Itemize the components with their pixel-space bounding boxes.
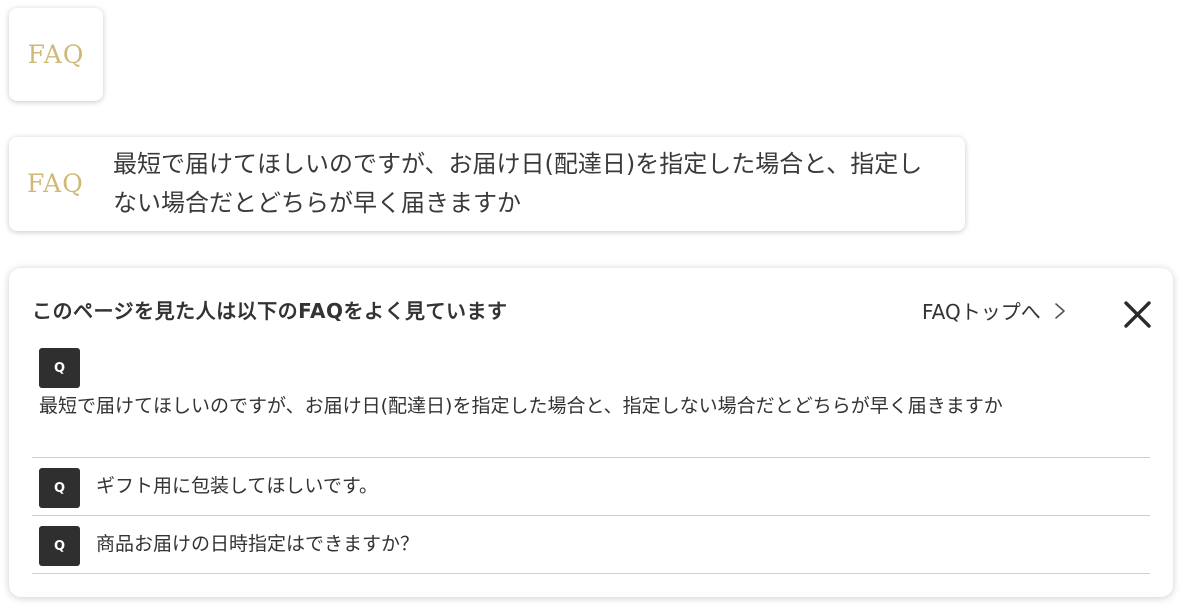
faq-list-item[interactable]: Q ギフト用に包装してほしいです。	[32, 458, 1150, 516]
faq-item-text: 最短で届けてほしいのですが、お届け日(配達日)を指定した場合と、指定しない場合だ…	[39, 395, 1003, 417]
q-badge: Q	[39, 526, 80, 566]
faq-top-link-label: FAQトップへ	[922, 300, 1041, 324]
panel-title: このページを見た人は以下のFAQをよく見ています	[32, 299, 508, 323]
question-text: 最短で届けてほしいのですが、お届け日(配達日)を指定した場合と、指定しない場合だ…	[113, 150, 923, 217]
related-faq-panel: このページを見た人は以下のFAQをよく見ています FAQトップへ Q 最短で届け…	[9, 268, 1173, 597]
faq-list-item[interactable]: Q 商品お届けの日時指定はできますか？	[32, 516, 1150, 574]
close-icon[interactable]	[1122, 299, 1154, 331]
faq-top-link[interactable]: FAQトップへ	[922, 296, 1067, 325]
faq-list: Q 最短で届けてほしいのですが、お届け日(配達日)を指定した場合と、指定しない場…	[32, 346, 1150, 574]
faq-logo: FAQ	[27, 169, 84, 198]
chevron-right-icon	[1053, 301, 1067, 321]
q-badge: Q	[39, 348, 80, 388]
faq-launcher-button[interactable]: FAQ	[9, 8, 103, 101]
faq-logo: FAQ	[27, 40, 85, 69]
faq-item-text: ギフト用に包装してほしいです。	[96, 475, 378, 497]
faq-item-text: 商品お届けの日時指定はできますか？	[96, 533, 420, 555]
faq-list-item[interactable]: Q 最短で届けてほしいのですが、お届け日(配達日)を指定した場合と、指定しない場…	[32, 346, 1150, 458]
question-card[interactable]: FAQ 最短で届けてほしいのですが、お届け日(配達日)を指定した場合と、指定しな…	[9, 137, 965, 231]
q-badge: Q	[39, 468, 80, 508]
